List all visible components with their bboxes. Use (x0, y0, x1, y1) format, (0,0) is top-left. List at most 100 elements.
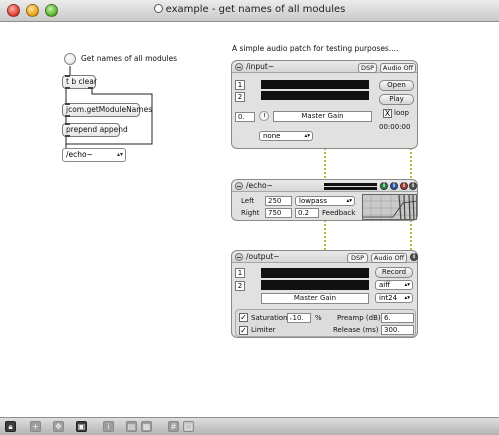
output-limiter-checkbox[interactable]: ✓ (239, 326, 248, 335)
output-module[interactable]: /output~ DSP Audio Off i 1 2 Master Gain… (231, 250, 418, 338)
trigger-outlet-right[interactable] (88, 87, 93, 89)
input-dsp-button[interactable]: DSP (358, 63, 377, 73)
echo-right-number[interactable]: 750 (265, 208, 292, 218)
menu-arrows-icon: ▴▾ (116, 151, 123, 158)
output-release-number[interactable]: 300. (381, 325, 414, 335)
output-channel-2[interactable]: 2 (235, 281, 245, 291)
cable-trigger-to-menu (65, 88, 153, 148)
output-format-menu[interactable]: aiff ▴▾ (375, 280, 413, 290)
output-format-menu-value: aiff (379, 281, 391, 289)
echo-module-name: /echo~ (246, 181, 273, 190)
echo-meter-1 (324, 183, 377, 186)
get-module-names-object[interactable]: jcom.getModuleNames (62, 103, 152, 117)
input-source-menu-value: none (263, 132, 281, 140)
zoom-icon[interactable]: ▦ (141, 421, 152, 432)
output-dsp-button[interactable]: DSP (347, 253, 368, 263)
echo-module[interactable]: /echo~ i i i i Left 250 lowpass ▴▾ Right… (231, 179, 418, 221)
grid-icon[interactable]: # (168, 421, 179, 432)
output-resolution-menu[interactable]: int24 ▴▾ (375, 293, 413, 303)
module-names-menu[interactable]: /echo~ ▴▾ (62, 148, 126, 162)
output-meter-1 (261, 268, 369, 278)
window-title-bar[interactable]: example - get names of all modules (0, 0, 499, 22)
prepend-object[interactable]: prepend append (62, 123, 128, 137)
lock-icon[interactable]: 🔒︎ (5, 421, 16, 432)
input-module[interactable]: /input~ DSP Audio Off 1 2 Open Play 0. M… (231, 60, 418, 149)
echo-info-icon-4[interactable]: i (409, 182, 417, 190)
get-names-bang-button[interactable] (64, 53, 76, 65)
bang-label: Get names of all modules (81, 54, 178, 63)
output-resolution-menu-value: int24 (379, 294, 398, 302)
document-icon (153, 4, 163, 13)
output-module-name: /output~ (246, 252, 280, 261)
echo-info-icon-3[interactable]: i (400, 182, 408, 190)
echo-info-icon-1[interactable]: i (380, 182, 388, 190)
window-title-text: example - get names of all modules (165, 4, 346, 15)
input-master-gain-slider[interactable]: Master Gain (273, 111, 372, 122)
patch-edit-icon[interactable]: ▣ (76, 421, 87, 432)
output-saturation-number[interactable]: ▸10. (287, 313, 311, 323)
output-info-icon[interactable]: i (410, 253, 418, 261)
input-play-button[interactable]: Play (379, 94, 414, 105)
input-audio-off-button[interactable]: Audio Off (380, 63, 416, 73)
echo-left-number[interactable]: 250 (265, 196, 292, 206)
input-loop-label: loop (394, 109, 409, 117)
presentation-icon[interactable]: ▢ (183, 421, 194, 432)
trigger-object[interactable]: t b clear (62, 75, 97, 89)
input-open-button[interactable]: Open (379, 80, 414, 91)
input-meter-1 (261, 80, 369, 89)
input-meter-2 (261, 91, 369, 100)
echo-feedback-label: Feedback (322, 209, 356, 217)
prepend-outlet[interactable] (65, 135, 70, 137)
output-saturation-label: Saturation (251, 314, 288, 322)
echo-filter-graph-plot (363, 195, 416, 219)
output-record-button[interactable]: Record (375, 267, 413, 278)
module-menu-icon[interactable] (235, 63, 243, 71)
echo-filter-graph[interactable] (362, 194, 417, 220)
echo-feedback-number[interactable]: 0.2 (295, 208, 319, 218)
input-source-menu[interactable]: none ▴▾ (259, 131, 313, 141)
output-saturation-checkbox[interactable]: ✓ (239, 313, 248, 322)
module-menu-icon[interactable] (235, 253, 243, 261)
prepend-object-text: prepend append (66, 125, 128, 134)
echo-left-label: Left (241, 197, 255, 205)
input-gain-knob[interactable] (259, 111, 269, 121)
input-gain-number[interactable]: 0. (235, 112, 255, 122)
get-module-names-text: jcom.getModuleNames (66, 105, 153, 114)
echo-right-label: Right (241, 209, 260, 217)
output-audio-off-button[interactable]: Audio Off (371, 253, 407, 263)
output-meter-2 (261, 280, 369, 290)
info-icon[interactable]: i (103, 421, 114, 432)
getnames-outlet[interactable] (65, 115, 70, 117)
output-processing-panel: ✓ Saturation ▸10. % Preamp (dB) 6. ✓ Lim… (235, 309, 416, 337)
input-module-name: /input~ (246, 62, 275, 71)
module-names-menu-value: /echo~ (66, 150, 93, 159)
output-master-gain-slider[interactable]: Master Gain (261, 293, 369, 304)
echo-filter-menu-value: lowpass (299, 197, 327, 205)
menu-arrows-icon: ▴▾ (346, 198, 352, 204)
echo-meter-2 (324, 187, 377, 190)
menu-arrows-icon: ▴▾ (404, 282, 410, 288)
patcher-canvas[interactable]: Get names of all modules t b clear jcom.… (0, 22, 499, 417)
echo-info-icon-2[interactable]: i (390, 182, 398, 190)
new-object-icon[interactable]: + (30, 421, 41, 432)
input-channel-2[interactable]: 2 (235, 92, 245, 102)
patcher-toolbar: 🔒︎ + ✥ ▣ i ▤ ▦ # ▢ (0, 417, 499, 435)
echo-filter-menu[interactable]: lowpass ▴▾ (295, 196, 355, 206)
menu-arrows-icon: ▴▾ (304, 133, 310, 139)
trigger-inlet[interactable] (65, 75, 70, 77)
output-preamp-label: Preamp (dB) (337, 314, 381, 322)
output-limiter-label: Limiter (251, 326, 276, 334)
output-preamp-number[interactable]: 6. (381, 313, 414, 323)
prepend-inlet[interactable] (65, 123, 70, 125)
input-loop-checkbox[interactable]: X (383, 109, 392, 118)
output-channel-1[interactable]: 1 (235, 268, 245, 278)
input-time-display: 00:00:00 (379, 123, 411, 131)
getnames-inlet[interactable] (65, 103, 70, 105)
trigger-outlet-left[interactable] (65, 87, 70, 89)
input-channel-1[interactable]: 1 (235, 80, 245, 90)
inspector-icon[interactable]: ▤ (126, 421, 137, 432)
output-saturation-unit: % (315, 314, 322, 322)
window-title: example - get names of all modules (0, 4, 499, 15)
move-icon[interactable]: ✥ (53, 421, 64, 432)
module-menu-icon[interactable] (235, 182, 243, 190)
